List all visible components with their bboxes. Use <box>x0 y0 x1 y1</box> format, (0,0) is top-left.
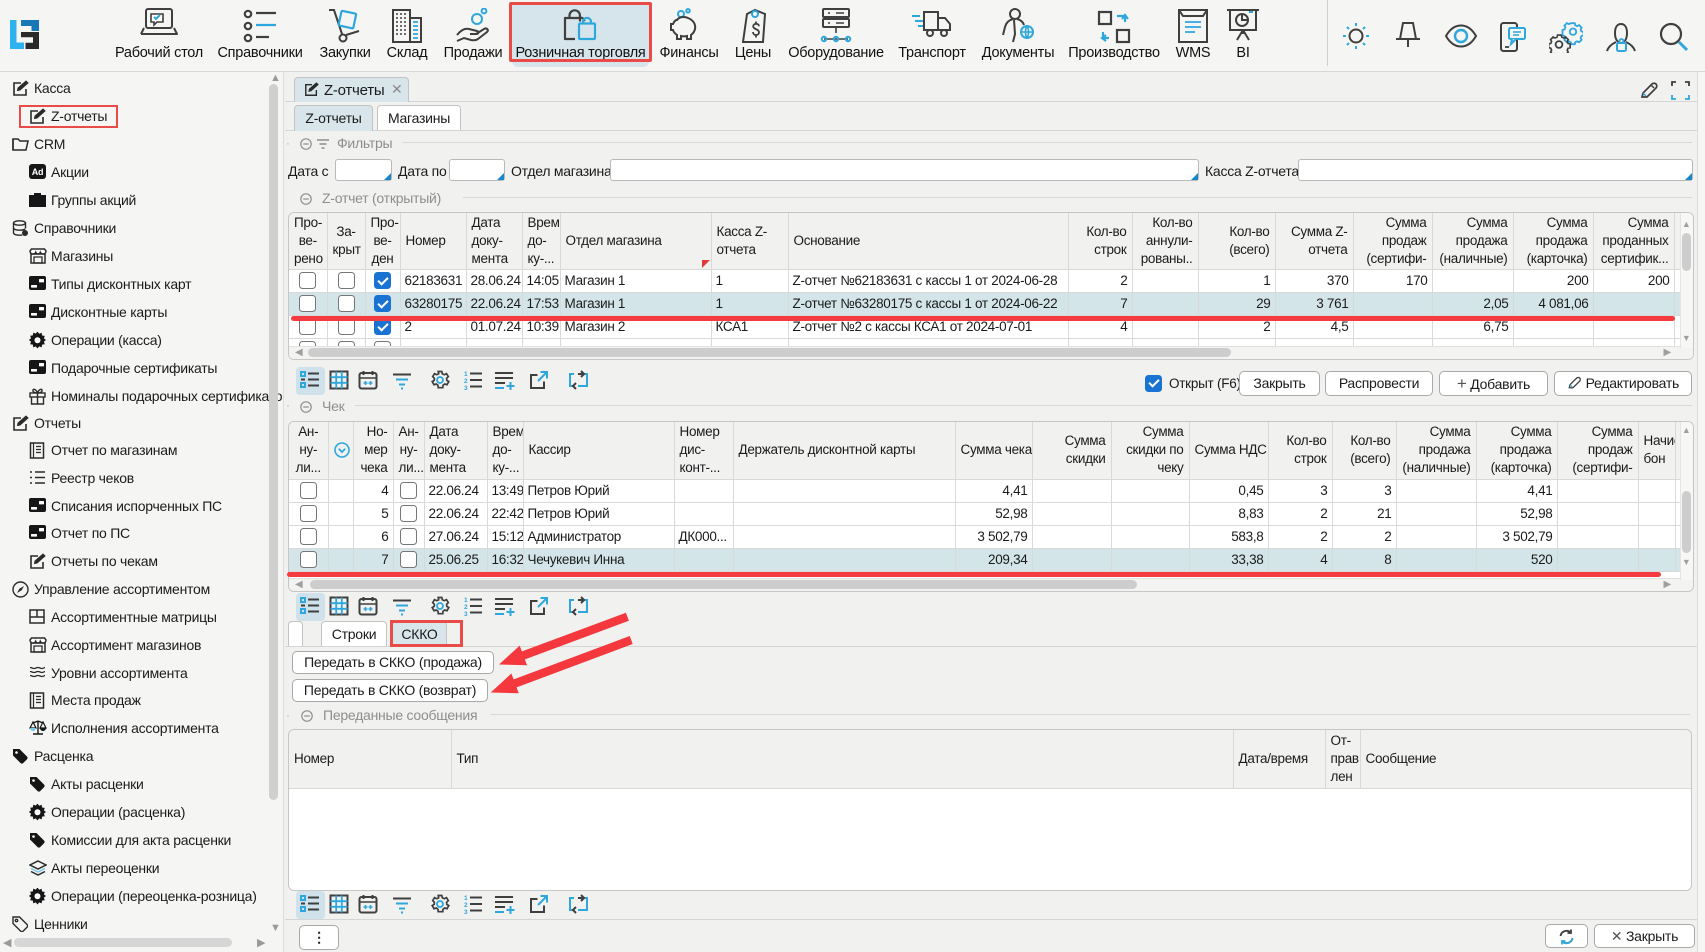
svg-text:1: 1 <box>464 371 468 378</box>
svg-text:3: 3 <box>464 385 468 390</box>
svg-text:2: 2 <box>464 902 468 909</box>
svg-text:3: 3 <box>464 909 468 914</box>
svg-text:2: 2 <box>464 378 468 385</box>
svg-text:1: 1 <box>464 895 468 902</box>
svg-text:Ad: Ad <box>32 167 44 177</box>
